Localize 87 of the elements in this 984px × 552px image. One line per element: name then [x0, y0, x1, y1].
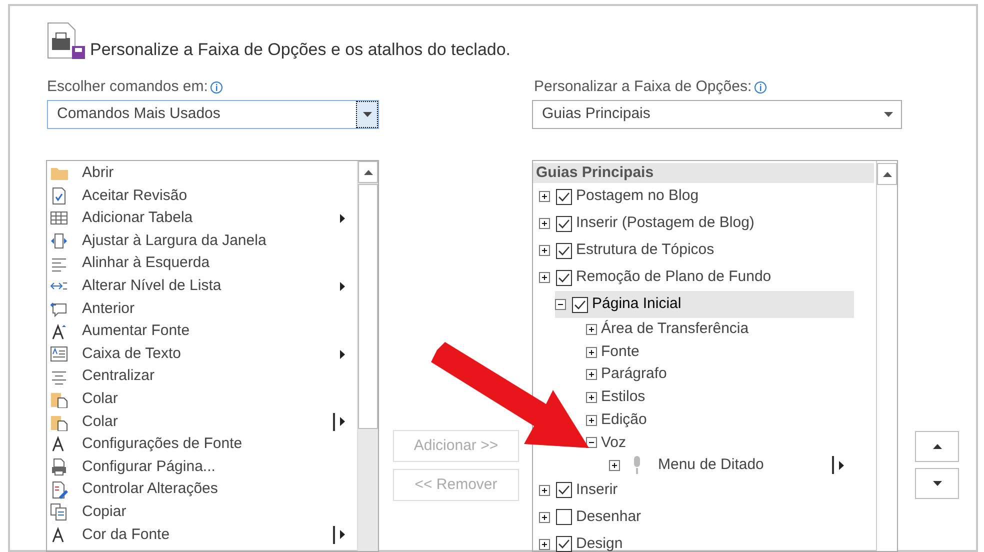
tree-item[interactable]: Parágrafo	[601, 363, 667, 386]
command-item[interactable]: Aceitar Revisão	[82, 184, 345, 208]
collapse-icon[interactable]	[555, 299, 566, 310]
printer-icon	[46, 22, 86, 60]
tree-item[interactable]: Remoção de Plano de Fundo	[576, 266, 772, 289]
command-item[interactable]: Colar	[82, 388, 345, 410]
tree-item[interactable]: Edição	[601, 408, 647, 432]
command-item[interactable]: Adicionar Tabela	[82, 207, 340, 230]
checkbox[interactable]	[572, 296, 588, 312]
expand-icon[interactable]	[586, 324, 597, 335]
tree-item[interactable]: Fonte	[601, 340, 640, 364]
submenu-arrow-icon	[340, 214, 345, 223]
dialog-heading: Personalize a Faixa de Opções e os atalhos do teclado.	[90, 38, 511, 61]
expand-icon[interactable]	[539, 538, 550, 550]
command-item[interactable]: Anterior	[82, 298, 345, 320]
tree-item[interactable]: Desenhar	[576, 506, 642, 529]
text-box-icon	[50, 345, 68, 364]
command-item[interactable]: Cor da Fonte	[82, 524, 333, 546]
fit-width-icon	[50, 232, 68, 250]
command-item[interactable]: Configurar Página...	[82, 456, 345, 478]
expand-icon[interactable]	[586, 392, 597, 403]
dropdown-arrow-icon	[884, 112, 893, 117]
submenu-arrow-icon	[340, 417, 345, 426]
expand-icon[interactable]	[539, 218, 550, 229]
info-icon	[210, 80, 223, 94]
expand-icon[interactable]	[539, 484, 550, 496]
checkbox[interactable]	[556, 216, 572, 232]
clipboard-icon	[50, 390, 68, 408]
expand-icon[interactable]	[586, 346, 597, 358]
info-icon	[754, 80, 767, 94]
tree-item[interactable]: Inserir (Postagem de Blog)	[576, 212, 754, 235]
expand-icon[interactable]	[539, 512, 550, 523]
command-item[interactable]: Colar	[82, 410, 333, 434]
document-check-icon	[50, 186, 68, 205]
tree-item[interactable]: Design	[576, 533, 623, 552]
copy-icon	[50, 503, 68, 522]
document-pen-icon	[50, 480, 68, 499]
tree-item[interactable]: Estilos	[601, 386, 646, 409]
command-item[interactable]: Ajustar à Largura da Janela	[82, 230, 345, 252]
up-arrow-icon	[932, 444, 942, 449]
tree-item[interactable]: Postagem no Blog	[576, 185, 699, 208]
submenu-arrow-icon	[340, 282, 345, 291]
field-label: Personalizar a Faixa de Opções:	[534, 77, 752, 97]
command-item[interactable]: Aumentar Fonte	[82, 320, 345, 343]
tree-heading: Guias Principais	[533, 163, 874, 183]
field-label: Escolher comandos em:	[47, 77, 208, 97]
submenu-arrow-icon	[340, 530, 345, 540]
checkbox[interactable]	[556, 482, 572, 498]
submenu-arrow-icon	[340, 350, 345, 359]
tree-item[interactable]: Inserir	[576, 479, 618, 502]
scroll-up-icon[interactable]	[882, 172, 892, 176]
comment-arrow-icon	[50, 300, 68, 318]
printer-icon	[50, 458, 68, 476]
expand-icon[interactable]	[609, 460, 620, 471]
grow-font-icon	[50, 322, 68, 340]
submenu-arrow-icon	[839, 460, 844, 470]
microphone-icon	[632, 456, 642, 474]
command-item[interactable]: Alinhar à Esquerda	[82, 252, 345, 275]
collapse-icon[interactable]	[586, 437, 597, 448]
expand-icon[interactable]	[586, 414, 597, 426]
command-item[interactable]: Alterar Nível de Lista	[82, 275, 340, 298]
checkbox[interactable]	[556, 188, 572, 204]
command-item[interactable]: Centralizar	[82, 365, 345, 388]
commands-dropdown[interactable]: Comandos Mais Usados	[47, 100, 379, 129]
checkbox[interactable]	[556, 509, 572, 526]
command-item[interactable]: Caixa de Texto	[82, 342, 340, 366]
checkbox[interactable]	[556, 536, 572, 552]
table-icon	[50, 209, 68, 228]
command-item[interactable]: Controlar Alterações	[82, 478, 345, 501]
tree-item[interactable]: Estrutura de Tópicos	[576, 239, 714, 262]
scroll-up-icon[interactable]	[364, 170, 372, 174]
command-item[interactable]: Abrir	[82, 162, 345, 185]
tree-item[interactable]: Menu de Ditado	[658, 454, 832, 477]
command-item[interactable]: Copiar	[82, 500, 345, 524]
expand-icon[interactable]	[539, 245, 550, 256]
scroll-thumb[interactable]	[358, 184, 378, 429]
down-arrow-icon	[932, 481, 942, 486]
tree-item[interactable]: Voz	[601, 432, 626, 454]
expand-icon[interactable]	[539, 272, 550, 283]
checkbox[interactable]	[556, 242, 572, 258]
tree-item[interactable]: Área de Transferência	[601, 318, 749, 341]
expand-icon[interactable]	[539, 191, 550, 202]
dropdown-arrow-icon	[362, 112, 372, 117]
checkbox[interactable]	[556, 270, 572, 286]
expand-icon[interactable]	[586, 369, 597, 380]
ribbon-dropdown[interactable]: Guias Principais	[532, 100, 902, 129]
command-item[interactable]: Configurações de Fonte	[82, 433, 345, 456]
